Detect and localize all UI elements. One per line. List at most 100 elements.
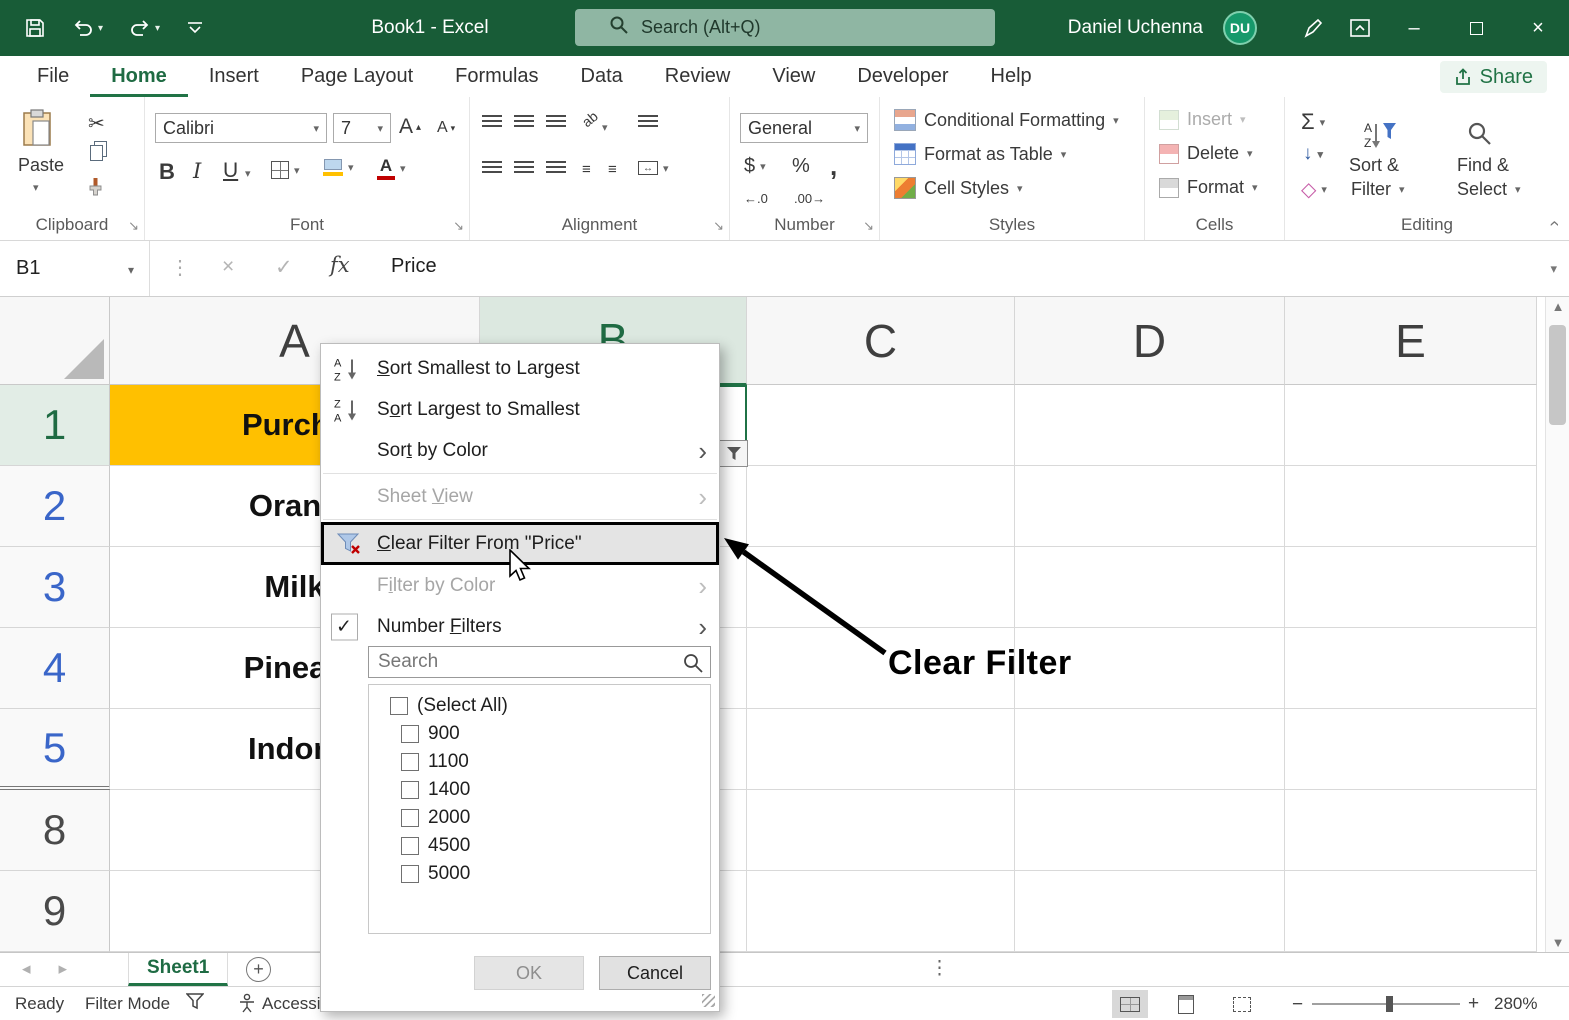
zoom-out-icon[interactable]: − [1292,994,1303,1016]
column-header-d[interactable]: D [1015,297,1285,385]
cell-e4[interactable] [1285,628,1537,709]
menu-item-sort-smallest-to-largest[interactable]: AZ Sort Smallest to Largest [321,348,719,389]
cell-d3[interactable] [1015,547,1285,628]
checkbox-icon[interactable] [401,837,419,855]
cell-e1[interactable] [1285,385,1537,466]
vertical-scroll-thumb[interactable] [1549,325,1566,425]
cell-d8[interactable] [1015,790,1285,871]
cell-e5[interactable] [1285,709,1537,790]
tab-review[interactable]: Review [644,56,752,97]
cell-c5[interactable] [747,709,1015,790]
autofilter-dropdown-button[interactable] [719,440,748,467]
new-sheet-button[interactable]: + [246,957,271,982]
tab-formulas[interactable]: Formulas [434,56,559,97]
paste-button[interactable]: Paste [18,155,64,176]
row-header-3[interactable]: 3 [0,547,110,628]
sheet-tab-sheet1[interactable]: Sheet1 [128,953,229,986]
cell-styles-button[interactable]: Cell Styles ▾ [894,177,1023,199]
find-select-button-line2[interactable]: Select ▾ [1457,179,1521,200]
cell-d5[interactable] [1015,709,1285,790]
cut-icon[interactable]: ✂ [88,111,105,136]
undo-dropdown-icon[interactable]: ▾ [98,23,103,34]
tab-view[interactable]: View [751,56,836,97]
name-box-dropdown-icon[interactable]: ▾ [128,263,134,277]
row-header-4[interactable]: 4 [0,628,110,709]
bottom-align-icon[interactable] [546,115,566,130]
cancel-button[interactable]: Cancel [599,956,711,990]
ok-button[interactable]: OK [474,956,584,990]
checkbox-icon[interactable] [401,725,419,743]
insert-function-icon[interactable]: fx [330,253,350,277]
sort-filter-button[interactable]: Sort & [1349,155,1399,176]
checkbox-icon[interactable] [401,809,419,827]
row-header-2[interactable]: 2 [0,466,110,547]
cell-d9[interactable] [1015,871,1285,952]
tab-developer[interactable]: Developer [836,56,969,97]
number-format-select[interactable]: General ▾ [740,113,868,143]
checkbox-icon[interactable] [401,781,419,799]
clipboard-dialog-launcher-icon[interactable]: ↘ [128,218,139,234]
cell-e3[interactable] [1285,547,1537,628]
cell-c9[interactable] [747,871,1015,952]
filter-value-1100[interactable]: 1100 [369,748,710,776]
tab-data[interactable]: Data [560,56,644,97]
filter-value-900[interactable]: 900 [369,720,710,748]
redo-icon[interactable]: ▾ [129,18,160,38]
checkbox-icon[interactable] [390,697,408,715]
sort-filter-icon[interactable]: AZ [1363,119,1397,151]
formula-bar-expand-icon[interactable]: ▾ [1550,261,1557,277]
accessibility-icon[interactable] [238,993,256,1018]
sheet-nav-next-icon[interactable]: ▸ [59,959,68,979]
ribbon-display-options-icon[interactable] [1337,0,1383,56]
formula-bar-value[interactable]: Price [391,255,437,278]
filter-value-select-all[interactable]: (Select All) [369,692,710,720]
paste-icon[interactable] [22,109,52,147]
share-button[interactable]: Share [1439,61,1547,93]
cell-c8[interactable] [747,790,1015,871]
top-align-icon[interactable] [482,115,502,130]
underline-icon[interactable]: U [223,159,238,183]
cell-e2[interactable] [1285,466,1537,547]
filter-value-5000[interactable]: 5000 [369,860,710,888]
confirm-entry-icon[interactable]: ✓ [275,255,293,280]
cell-c1[interactable] [747,385,1015,466]
filter-search-input[interactable] [369,647,710,677]
increase-decimal-icon[interactable]: ←.0 [744,191,768,206]
cell-d1[interactable] [1015,385,1285,466]
avatar[interactable]: DU [1223,11,1257,45]
borders-icon[interactable]: ▾ [271,161,300,179]
zoom-level[interactable]: 280% [1494,994,1537,1014]
close-button[interactable]: × [1507,0,1569,56]
clear-icon[interactable]: ◇ ▾ [1301,177,1327,202]
fill-icon[interactable]: ↓ ▾ [1303,143,1323,165]
italic-icon[interactable]: I [193,159,201,183]
align-right-icon[interactable] [546,161,566,176]
insert-cells-button[interactable]: Insert ▾ [1159,109,1246,130]
bold-icon[interactable]: B [159,159,175,185]
zoom-slider-thumb[interactable] [1386,996,1393,1012]
underline-dropdown-icon[interactable]: ▾ [245,167,251,180]
tab-page-layout[interactable]: Page Layout [280,56,434,97]
normal-view-icon[interactable] [1112,990,1148,1018]
undo-icon[interactable]: ▾ [72,18,103,38]
search-box[interactable]: Search (Alt+Q) [575,9,995,46]
tab-insert[interactable]: Insert [188,56,280,97]
menu-item-sort-largest-to-smallest[interactable]: ZA Sort Largest to Smallest [321,389,719,430]
orientation-dropdown-icon[interactable]: ▾ [602,121,608,134]
redo-dropdown-icon[interactable]: ▾ [155,23,160,34]
filter-value-1400[interactable]: 1400 [369,776,710,804]
decrease-indent-icon[interactable]: ≡ [582,161,591,178]
font-color-icon[interactable]: A ▾ [377,157,406,180]
row-header-9[interactable]: 9 [0,871,110,952]
ink-pen-icon[interactable] [1291,0,1337,56]
font-dialog-launcher-icon[interactable]: ↘ [453,218,464,234]
cell-e8[interactable] [1285,790,1537,871]
collapse-ribbon-icon[interactable]: › [1544,221,1565,227]
page-break-view-icon[interactable] [1224,990,1260,1018]
page-layout-view-icon[interactable] [1168,990,1204,1018]
format-cells-button[interactable]: Format ▾ [1159,177,1258,198]
filter-value-2000[interactable]: 2000 [369,804,710,832]
comma-style-icon[interactable]: , [830,151,837,182]
autosum-icon[interactable]: Σ ▾ [1301,109,1325,135]
cell-d2[interactable] [1015,466,1285,547]
